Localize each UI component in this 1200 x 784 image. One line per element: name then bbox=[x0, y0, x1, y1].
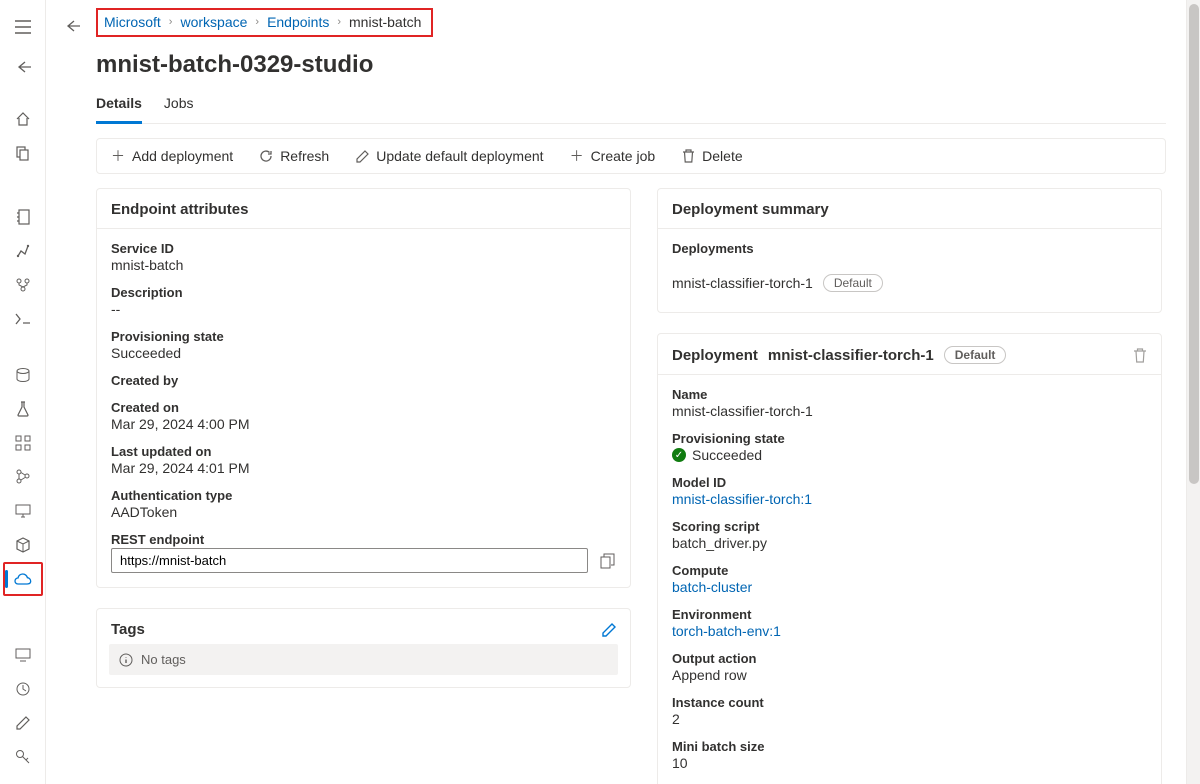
auth-type-label: Authentication type bbox=[111, 488, 616, 503]
chevron-right-icon: › bbox=[169, 16, 173, 28]
card-title: Deployment summary bbox=[658, 189, 1161, 229]
dep-model-label: Model ID bbox=[672, 475, 1147, 490]
delete-deployment-icon[interactable] bbox=[1133, 348, 1147, 363]
pencil-icon bbox=[355, 149, 369, 163]
dep-instcount-label: Instance count bbox=[672, 695, 1147, 710]
plus-icon: ＋ bbox=[111, 149, 125, 163]
create-job-button[interactable]: ＋Create job bbox=[570, 148, 656, 164]
rest-endpoint-label: REST endpoint bbox=[111, 532, 616, 547]
dep-scoring-label: Scoring script bbox=[672, 519, 1147, 534]
dep-provstate-label: Provisioning state bbox=[672, 431, 1147, 446]
update-default-button[interactable]: Update default deployment bbox=[355, 148, 543, 164]
deployment-name: mnist-classifier-torch-1 bbox=[672, 275, 813, 291]
updated-on-value: Mar 29, 2024 4:01 PM bbox=[111, 460, 616, 476]
toolbar: ＋Add deployment Refresh Update default d… bbox=[96, 138, 1166, 174]
endpoints-icon[interactable] bbox=[3, 562, 43, 596]
deployment-prefix: Deployment bbox=[672, 347, 758, 364]
job-icon[interactable] bbox=[3, 460, 43, 494]
info-icon bbox=[119, 653, 133, 667]
compute-icon[interactable] bbox=[3, 494, 43, 528]
scrollbar[interactable] bbox=[1186, 0, 1200, 784]
data-icon[interactable] bbox=[3, 358, 43, 392]
metrics-icon[interactable] bbox=[3, 672, 43, 706]
breadcrumb-current: mnist-batch bbox=[349, 14, 421, 30]
tab-jobs[interactable]: Jobs bbox=[164, 95, 194, 123]
updated-on-label: Last updated on bbox=[111, 444, 616, 459]
page-back-icon[interactable] bbox=[60, 14, 84, 38]
edit-icon[interactable] bbox=[3, 706, 43, 740]
trash-icon bbox=[681, 149, 695, 163]
pipeline-icon[interactable] bbox=[3, 268, 43, 302]
component-icon[interactable] bbox=[3, 426, 43, 460]
breadcrumb: Microsoft › workspace › Endpoints › mnis… bbox=[96, 8, 433, 37]
automl-icon[interactable] bbox=[3, 234, 43, 268]
dep-env-link[interactable]: torch-batch-env:1 bbox=[672, 623, 1147, 639]
dep-name-value: mnist-classifier-torch-1 bbox=[672, 403, 1147, 419]
deployments-label: Deployments bbox=[672, 241, 1147, 256]
endpoint-attributes-card: Endpoint attributes Service IDmnist-batc… bbox=[96, 188, 631, 588]
breadcrumb-endpoints[interactable]: Endpoints bbox=[267, 14, 329, 30]
copy-icon[interactable] bbox=[598, 552, 616, 570]
chevron-right-icon: › bbox=[337, 16, 341, 28]
provisioning-state-label: Provisioning state bbox=[111, 329, 616, 344]
breadcrumb-workspace[interactable]: workspace bbox=[180, 14, 247, 30]
add-deployment-button[interactable]: ＋Add deployment bbox=[111, 148, 233, 164]
auth-type-value: AADToken bbox=[111, 504, 616, 520]
tabs: Details Jobs bbox=[96, 95, 1166, 124]
description-value: -- bbox=[111, 301, 616, 317]
dep-model-link[interactable]: mnist-classifier-torch:1 bbox=[672, 491, 1147, 507]
success-icon: ✓ bbox=[672, 448, 686, 462]
hamburger-icon[interactable] bbox=[3, 10, 43, 44]
dep-outaction-value: Append row bbox=[672, 667, 1147, 683]
deployment-summary-card: Deployment summary Deployments mnist-cla… bbox=[657, 188, 1162, 313]
description-label: Description bbox=[111, 285, 616, 300]
refresh-button[interactable]: Refresh bbox=[259, 148, 329, 164]
created-by-label: Created by bbox=[111, 373, 616, 388]
deployment-detail-card: Deployment mnist-classifier-torch-1 Defa… bbox=[657, 333, 1162, 784]
back-icon[interactable] bbox=[3, 50, 43, 84]
edit-tags-icon[interactable] bbox=[602, 623, 616, 637]
dep-compute-label: Compute bbox=[672, 563, 1147, 578]
rest-endpoint-input[interactable] bbox=[111, 548, 588, 573]
default-badge: Default bbox=[823, 274, 883, 292]
dep-scoring-value: batch_driver.py bbox=[672, 535, 1147, 551]
service-id-value: mnist-batch bbox=[111, 257, 616, 273]
breadcrumb-microsoft[interactable]: Microsoft bbox=[104, 14, 161, 30]
dep-minibatch-value: 10 bbox=[672, 755, 1147, 771]
monitor-icon[interactable] bbox=[3, 638, 43, 672]
dep-minibatch-label: Mini batch size bbox=[672, 739, 1147, 754]
key-icon[interactable] bbox=[3, 740, 43, 774]
page-title: mnist-batch-0329-studio bbox=[96, 51, 1166, 79]
left-sidebar bbox=[0, 0, 46, 784]
plus-icon: ＋ bbox=[570, 149, 584, 163]
dep-instcount-value: 2 bbox=[672, 711, 1147, 727]
tab-details[interactable]: Details bbox=[96, 95, 142, 124]
model-icon[interactable] bbox=[3, 528, 43, 562]
refresh-icon bbox=[259, 149, 273, 163]
delete-button[interactable]: Delete bbox=[681, 148, 742, 164]
dep-provstate-value: Succeeded bbox=[692, 447, 762, 463]
experiment-icon[interactable] bbox=[3, 392, 43, 426]
card-title: Endpoint attributes bbox=[97, 189, 630, 229]
chevron-right-icon: › bbox=[255, 16, 259, 28]
created-on-value: Mar 29, 2024 4:00 PM bbox=[111, 416, 616, 432]
dep-name-label: Name bbox=[672, 387, 1147, 402]
docs-icon[interactable] bbox=[3, 136, 43, 170]
dep-outaction-label: Output action bbox=[672, 651, 1147, 666]
no-tags-text: No tags bbox=[141, 652, 186, 667]
scrollbar-thumb[interactable] bbox=[1189, 4, 1199, 484]
terminal-icon[interactable] bbox=[3, 302, 43, 336]
tags-card: Tags No tags bbox=[96, 608, 631, 688]
home-icon[interactable] bbox=[3, 102, 43, 136]
default-badge: Default bbox=[944, 346, 1007, 364]
created-on-label: Created on bbox=[111, 400, 616, 415]
service-id-label: Service ID bbox=[111, 241, 616, 256]
dep-env-label: Environment bbox=[672, 607, 1147, 622]
tags-title: Tags bbox=[111, 621, 145, 638]
deployment-name-header: mnist-classifier-torch-1 bbox=[768, 347, 934, 364]
notebook-icon[interactable] bbox=[3, 200, 43, 234]
provisioning-state-value: Succeeded bbox=[111, 345, 616, 361]
dep-compute-link[interactable]: batch-cluster bbox=[672, 579, 1147, 595]
